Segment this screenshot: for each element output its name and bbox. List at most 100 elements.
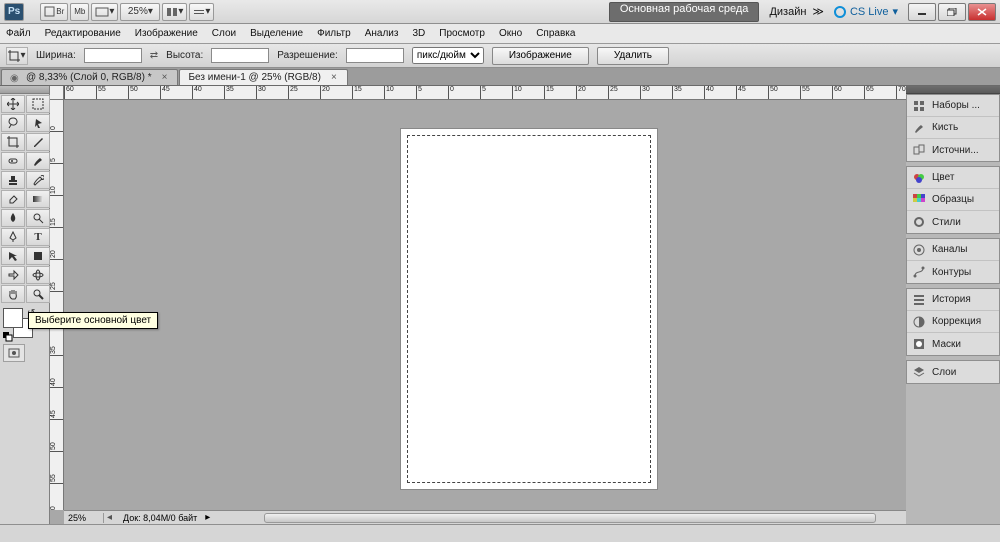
panel-button[interactable]: Маски <box>907 333 999 355</box>
menu-file[interactable]: Файл <box>6 28 31 39</box>
panel-button[interactable]: История <box>907 289 999 311</box>
panel-button[interactable]: Каналы <box>907 239 999 261</box>
panel-button[interactable]: Коррекция <box>907 311 999 333</box>
active-tool-crop-icon[interactable]: ▾ <box>6 47 28 65</box>
arrange-documents-button[interactable]: ▾ <box>162 3 187 21</box>
ruler-tick: 30 <box>640 86 672 99</box>
panel-label: Слои <box>932 367 956 378</box>
tab-close-icon[interactable]: × <box>331 72 337 83</box>
quick-select-tool-icon[interactable] <box>26 114 50 132</box>
tab-close-icon[interactable]: × <box>162 72 168 83</box>
3d-rotate-tool-icon[interactable] <box>1 266 25 284</box>
canvas-document[interactable] <box>400 128 658 490</box>
workspace-essentials-button[interactable]: Основная рабочая среда <box>609 2 760 22</box>
extras-button[interactable]: ▾ <box>189 3 214 21</box>
marquee-tool-icon[interactable] <box>26 95 50 113</box>
3d-camera-tool-icon[interactable] <box>26 266 50 284</box>
width-input[interactable] <box>84 48 142 63</box>
panel-label: Кисть <box>932 122 958 133</box>
height-input[interactable] <box>211 48 269 63</box>
resolution-label: Разрешение: <box>277 50 338 61</box>
panel-button[interactable]: Кисть <box>907 117 999 139</box>
panel-button[interactable]: Цвет <box>907 167 999 189</box>
history-brush-tool-icon[interactable] <box>26 171 50 189</box>
panel-button[interactable]: Источни... <box>907 139 999 161</box>
ruler-origin[interactable] <box>50 86 64 100</box>
panel-button[interactable]: Контуры <box>907 261 999 283</box>
menu-layers[interactable]: Слои <box>212 28 236 39</box>
workspace-design-button[interactable]: Дизайн≫ <box>769 5 824 18</box>
hscroll-thumb[interactable] <box>264 513 876 523</box>
paths-icon <box>912 265 926 279</box>
mini-bridge-button[interactable]: Mb <box>70 3 89 21</box>
vertical-ruler[interactable]: 0510152025303540455055606570758085 <box>50 100 64 510</box>
ruler-tick: 45 <box>50 388 63 420</box>
panel-button[interactable]: Образцы <box>907 189 999 211</box>
gradient-tool-icon[interactable] <box>26 190 50 208</box>
window-restore-button[interactable] <box>938 3 966 21</box>
blur-tool-icon[interactable] <box>1 209 25 227</box>
ruler-tick: 35 <box>224 86 256 99</box>
resolution-input[interactable] <box>346 48 404 63</box>
panel-button[interactable]: Стили <box>907 211 999 233</box>
hand-tool-icon[interactable] <box>1 285 25 303</box>
lasso-tool-icon[interactable] <box>1 114 25 132</box>
dodge-tool-icon[interactable] <box>26 209 50 227</box>
ruler-tick: 25 <box>50 260 63 292</box>
stamp-tool-icon[interactable] <box>1 171 25 189</box>
menu-analysis[interactable]: Анализ <box>365 28 399 39</box>
horizontal-ruler[interactable]: 6055504540353025201510505101520253035404… <box>64 86 906 100</box>
window-close-button[interactable] <box>968 3 996 21</box>
menu-filter[interactable]: Фильтр <box>317 28 351 39</box>
swap-wh-icon[interactable]: ⇄ <box>150 50 158 61</box>
type-tool-icon[interactable]: T <box>26 228 50 246</box>
document-tab[interactable]: ◉ @ 8,33% (Слой 0, RGB/8) * × <box>1 69 178 85</box>
menu-3d[interactable]: 3D <box>412 28 425 39</box>
brush-tool-icon[interactable] <box>26 152 50 170</box>
menu-image[interactable]: Изображение <box>135 28 198 39</box>
menu-edit[interactable]: Редактирование <box>45 28 121 39</box>
panel-label: Источни... <box>932 145 979 156</box>
zoom-tool-icon[interactable] <box>26 285 50 303</box>
zoom-display[interactable]: 25% <box>64 513 104 523</box>
styles-icon <box>912 215 926 229</box>
screen-mode-button[interactable]: ▾ <box>91 3 118 21</box>
doc-info-text[interactable]: Док: 8,04M/0 байт <box>115 513 205 523</box>
panel-drag-handle[interactable] <box>0 86 49 94</box>
front-image-button[interactable]: Изображение <box>492 47 589 65</box>
crop-tool-icon[interactable] <box>1 133 25 151</box>
menu-help[interactable]: Справка <box>536 28 575 39</box>
units-select[interactable]: пикс/дюйм <box>412 47 484 64</box>
window-minimize-button[interactable] <box>908 3 936 21</box>
document-tab[interactable]: Без имени-1 @ 25% (RGB/8) × <box>179 69 347 85</box>
pen-tool-icon[interactable] <box>1 228 25 246</box>
color-icon <box>912 171 926 185</box>
ruler-tick: 65 <box>864 86 896 99</box>
healing-tool-icon[interactable] <box>1 152 25 170</box>
bridge-button[interactable]: Br <box>40 3 68 21</box>
doc-info-flyout-icon[interactable]: ▸ <box>205 512 210 523</box>
panel-label: Цвет <box>932 172 954 183</box>
swirl-icon: ◉ <box>10 73 20 83</box>
move-tool-icon[interactable] <box>1 95 25 113</box>
cs-live-button[interactable]: CS Live▾ <box>834 5 898 18</box>
zoom-level-select[interactable]: 25% ▾ <box>120 3 160 21</box>
menu-window[interactable]: Окно <box>499 28 522 39</box>
default-colors-icon[interactable] <box>3 332 13 342</box>
panel-button[interactable]: Наборы ... <box>907 95 999 117</box>
shape-tool-icon[interactable] <box>26 247 50 265</box>
delete-button[interactable]: Удалить <box>597 47 669 65</box>
eraser-tool-icon[interactable] <box>1 190 25 208</box>
panel-group: Цвет ОбразцыСтили <box>906 166 1000 234</box>
dock-drag-handle[interactable] <box>906 86 1000 94</box>
menu-select[interactable]: Выделение <box>250 28 303 39</box>
eyedropper-tool-icon[interactable] <box>26 133 50 151</box>
path-select-tool-icon[interactable] <box>1 247 25 265</box>
ruler-tick: 10 <box>50 164 63 196</box>
scroll-left-icon[interactable]: ◂ <box>104 512 115 523</box>
menu-view[interactable]: Просмотр <box>439 28 485 39</box>
top-app-bar: Ps Br Mb ▾ 25% ▾ ▾ ▾ Основная рабочая ср… <box>0 0 1000 24</box>
foreground-color-swatch[interactable] <box>3 308 23 328</box>
panel-button[interactable]: Слои <box>907 361 999 383</box>
quick-mask-button[interactable] <box>3 344 25 362</box>
